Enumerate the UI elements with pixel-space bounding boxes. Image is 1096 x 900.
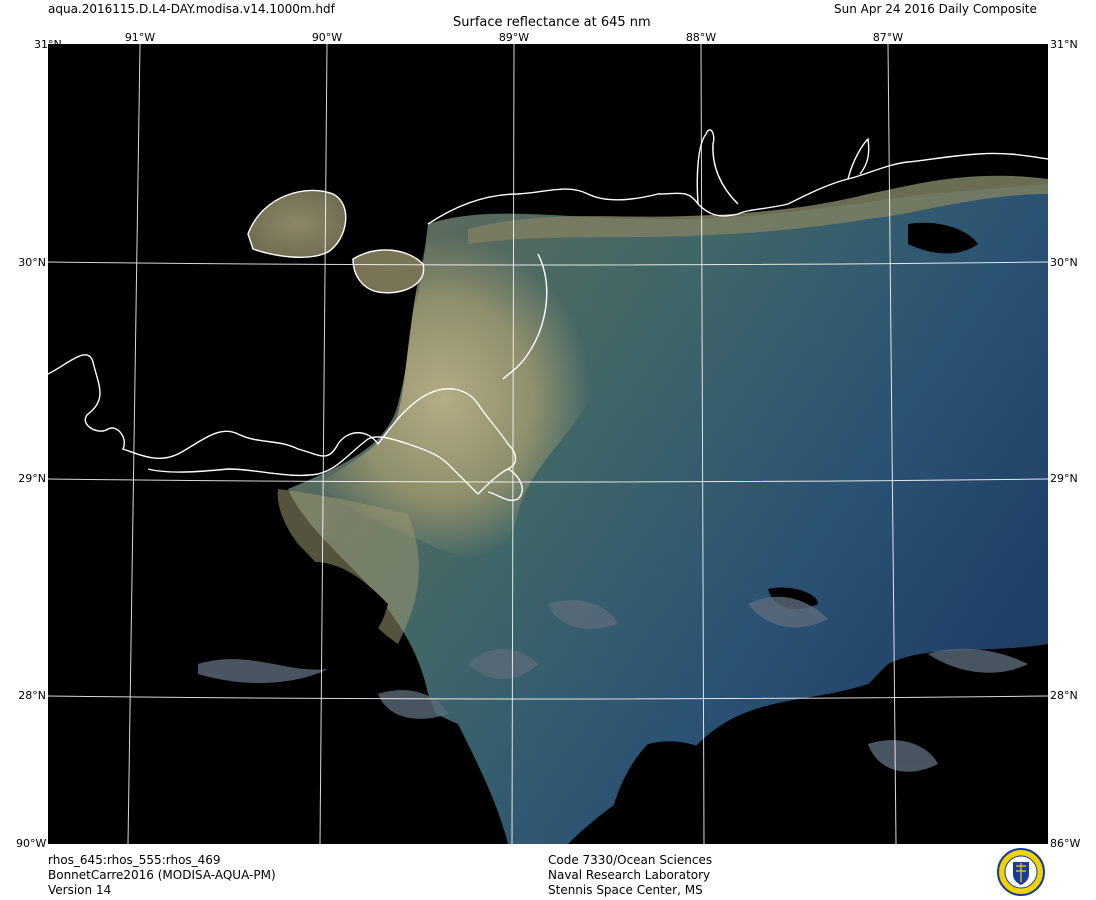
lat-label-left-29n: 29°N bbox=[18, 472, 46, 485]
lat-label-right-28n: 28°N bbox=[1050, 689, 1078, 702]
map-title: Surface reflectance at 645 nm bbox=[453, 15, 651, 30]
lake-pontchartrain bbox=[248, 190, 346, 258]
lat-label-left-30n: 30°N bbox=[18, 256, 46, 269]
map-canvas bbox=[48, 44, 1048, 844]
band-combination: rhos_645:rhos_555:rhos_469 bbox=[48, 853, 221, 867]
lon-label-89w: 89°W bbox=[498, 31, 530, 44]
org-code: Code 7330/Ocean Sciences bbox=[548, 853, 713, 867]
version-label: Version 14 bbox=[48, 883, 112, 897]
corner-label-bottom-left: 90°W bbox=[16, 837, 47, 850]
org-location: Stennis Space Center, MS bbox=[548, 883, 703, 897]
composite-date: Sun Apr 24 2016 Daily Composite bbox=[834, 2, 1037, 16]
project-name: BonnetCarre2016 (MODISA-AQUA-PM) bbox=[48, 868, 276, 882]
nrl-seal-icon bbox=[996, 848, 1046, 896]
corner-label-bottom-right: 86°W bbox=[1050, 837, 1081, 850]
lon-label-88w: 88°W bbox=[685, 31, 717, 44]
corner-label-top-right: 31°N bbox=[1050, 38, 1078, 51]
reflectance-map[interactable] bbox=[48, 44, 1048, 844]
org-name: Naval Research Laboratory bbox=[548, 868, 711, 882]
lat-label-right-29n: 29°N bbox=[1050, 472, 1078, 485]
lat-label-left-28n: 28°N bbox=[18, 689, 46, 702]
filename-label: aqua.2016115.D.L4-DAY.modisa.v14.1000m.h… bbox=[48, 2, 335, 16]
lon-label-91w: 91°W bbox=[124, 31, 156, 44]
lon-label-87w: 87°W bbox=[872, 31, 904, 44]
lon-label-90w: 90°W bbox=[311, 31, 343, 44]
lat-label-right-30n: 30°N bbox=[1050, 256, 1078, 269]
